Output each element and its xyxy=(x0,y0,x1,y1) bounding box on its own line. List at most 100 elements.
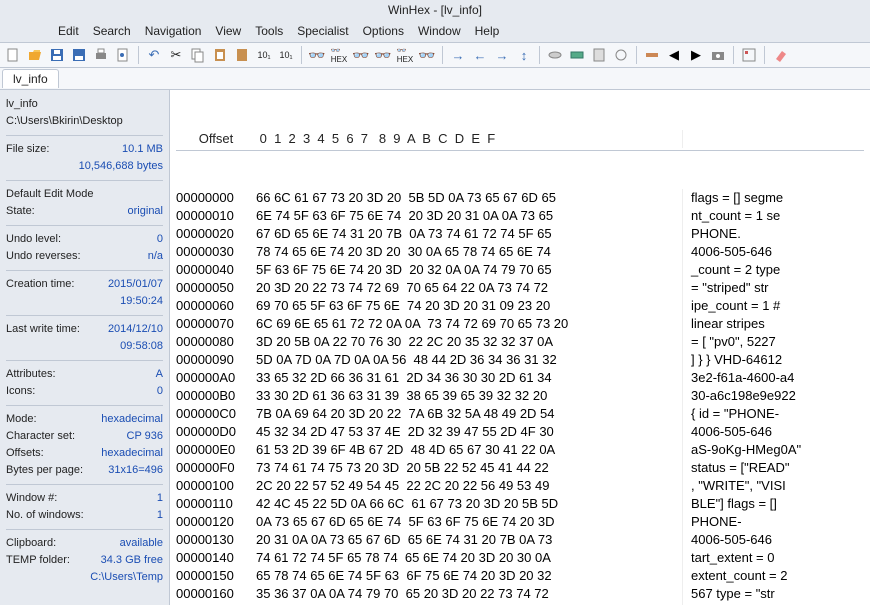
ascii-cell[interactable]: BLE"] flags = [] xyxy=(682,495,864,513)
menu-options[interactable]: Options xyxy=(363,24,404,38)
hex-row[interactable]: 000000405F 63 6F 75 6E 74 20 3D 20 32 0A… xyxy=(176,261,864,279)
ascii-cell[interactable]: nt_count = 1 se xyxy=(682,207,864,225)
ascii-cell[interactable]: 3e2-f61a-4600-a4 xyxy=(682,369,864,387)
hex-row[interactable]: 0000000066 6C 61 67 73 20 3D 20 5B 5D 0A… xyxy=(176,189,864,207)
calculator-icon[interactable] xyxy=(590,46,608,64)
hex-cell[interactable]: 74 61 72 74 5F 65 78 74 65 6E 74 20 3D 2… xyxy=(256,549,682,567)
hex-cell[interactable]: 69 70 65 5F 63 6F 75 6E 74 20 3D 20 31 0… xyxy=(256,297,682,315)
hex-row[interactable]: 000000F073 74 61 74 75 73 20 3D 20 5B 22… xyxy=(176,459,864,477)
hex-row[interactable]: 000000D045 32 34 2D 47 53 37 4E 2D 32 39… xyxy=(176,423,864,441)
hex-row[interactable]: 0000016035 36 37 0A 0A 74 79 70 65 20 3D… xyxy=(176,585,864,603)
save-icon[interactable] xyxy=(48,46,66,64)
analyze-icon[interactable] xyxy=(612,46,630,64)
new-icon[interactable] xyxy=(4,46,22,64)
disk-icon[interactable] xyxy=(546,46,564,64)
hex-cell[interactable]: 33 65 32 2D 66 36 31 61 2D 34 36 30 30 2… xyxy=(256,369,682,387)
hex-row[interactable]: 0000014074 61 72 74 5F 65 78 74 65 6E 74… xyxy=(176,549,864,567)
hex-cell[interactable]: 42 4C 45 22 5D 0A 66 6C 61 67 73 20 3D 2… xyxy=(256,495,682,513)
hex-cell[interactable]: 65 78 74 65 6E 74 5F 63 6F 75 6E 74 20 3… xyxy=(256,567,682,585)
hex-row[interactable]: 0000015065 78 74 65 6E 74 5F 63 6F 75 6E… xyxy=(176,567,864,585)
offset-hex-icon[interactable]: 10₁ xyxy=(277,46,295,64)
ascii-cell[interactable]: PHONE- xyxy=(682,513,864,531)
find-icon[interactable]: 👓 xyxy=(308,46,326,64)
hex-row[interactable]: 000000C07B 0A 69 64 20 3D 20 22 7A 6B 32… xyxy=(176,405,864,423)
ascii-cell[interactable]: 4006-505-646 xyxy=(682,243,864,261)
hex-cell[interactable]: 20 3D 20 22 73 74 72 69 70 65 64 22 0A 7… xyxy=(256,279,682,297)
prev-icon[interactable]: ◀ xyxy=(665,46,683,64)
hex-cell[interactable]: 35 36 37 0A 0A 74 79 70 65 20 3D 20 22 7… xyxy=(256,585,682,603)
ascii-cell[interactable]: 4006-505-646 xyxy=(682,531,864,549)
menu-edit[interactable]: Edit xyxy=(58,24,79,38)
saveas-icon[interactable] xyxy=(70,46,88,64)
hex-cell[interactable]: 20 31 0A 0A 73 65 67 6D 65 6E 74 31 20 7… xyxy=(256,531,682,549)
menu-window[interactable]: Window xyxy=(418,24,461,38)
hex-cell[interactable]: 73 74 61 74 75 73 20 3D 20 5B 22 52 45 4… xyxy=(256,459,682,477)
replace-hex-icon[interactable]: 👓 xyxy=(418,46,436,64)
hex-row[interactable]: 0000002067 6D 65 6E 74 31 20 7B 0A 73 74… xyxy=(176,225,864,243)
hex-cell[interactable]: 5D 0A 7D 0A 7D 0A 0A 56 48 44 2D 36 34 3… xyxy=(256,351,682,369)
erase-icon[interactable] xyxy=(771,46,789,64)
properties-icon[interactable] xyxy=(114,46,132,64)
ascii-cell[interactable]: ipe_count = 1 # xyxy=(682,297,864,315)
menu-specialist[interactable]: Specialist xyxy=(297,24,348,38)
menu-view[interactable]: View xyxy=(215,24,241,38)
ascii-cell[interactable]: { id = "PHONE- xyxy=(682,405,864,423)
hex-cell[interactable]: 66 6C 61 67 73 20 3D 20 5B 5D 0A 73 65 6… xyxy=(256,189,682,207)
hex-row[interactable]: 000000905D 0A 7D 0A 7D 0A 0A 56 48 44 2D… xyxy=(176,351,864,369)
find-text-icon[interactable]: 👓 xyxy=(352,46,370,64)
print-icon[interactable] xyxy=(92,46,110,64)
hex-row[interactable]: 0000011042 4C 45 22 5D 0A 66 6C 61 67 73… xyxy=(176,495,864,513)
paste-icon[interactable] xyxy=(211,46,229,64)
camera-icon[interactable] xyxy=(709,46,727,64)
hex-cell[interactable]: 7B 0A 69 64 20 3D 20 22 7A 6B 32 5A 48 4… xyxy=(256,405,682,423)
ram-icon[interactable] xyxy=(568,46,586,64)
hex-row[interactable]: 000000706C 69 6E 65 61 72 72 0A 0A 73 74… xyxy=(176,315,864,333)
hex-cell[interactable]: 3D 20 5B 0A 22 70 76 30 22 2C 20 35 32 3… xyxy=(256,333,682,351)
menu-tools[interactable]: Tools xyxy=(255,24,283,38)
ascii-cell[interactable]: tart_extent = 0 xyxy=(682,549,864,567)
goto-offset-icon[interactable]: → xyxy=(449,46,467,64)
ascii-cell[interactable]: , "WRITE", "VISI xyxy=(682,477,864,495)
ascii-cell[interactable]: 30-a6c198e9e922 xyxy=(682,387,864,405)
ascii-cell[interactable]: flags = [] segme xyxy=(682,189,864,207)
find-again-icon[interactable]: 👓 xyxy=(374,46,392,64)
hex-cell[interactable]: 0A 73 65 67 6D 65 6E 74 5F 63 6F 75 6E 7… xyxy=(256,513,682,531)
hex-row[interactable]: 000001200A 73 65 67 6D 65 6E 74 5F 63 6F… xyxy=(176,513,864,531)
ascii-cell[interactable]: extent_count = 2 xyxy=(682,567,864,585)
hex-row[interactable]: 000000E061 53 2D 39 6F 4B 67 2D 48 4D 65… xyxy=(176,441,864,459)
find-hex-icon[interactable]: 👓HEX xyxy=(330,46,348,64)
settings-icon[interactable] xyxy=(740,46,758,64)
hex-row[interactable]: 000001002C 20 22 57 52 49 54 45 22 2C 20… xyxy=(176,477,864,495)
tab-file[interactable]: lv_info xyxy=(2,69,59,88)
goto-fwd-icon[interactable]: → xyxy=(493,46,511,64)
hex-editor[interactable]: Offset 0 1 2 3 4 5 6 7 8 9 A B C D E F 0… xyxy=(170,90,870,605)
ascii-cell[interactable]: aS-9oKg-HMeg0A" xyxy=(682,441,864,459)
replace-icon[interactable]: 👓HEX xyxy=(396,46,414,64)
ascii-cell[interactable]: PHONE. xyxy=(682,225,864,243)
hex-cell[interactable]: 78 74 65 6E 74 20 3D 20 30 0A 65 78 74 6… xyxy=(256,243,682,261)
hex-cell[interactable]: 61 53 2D 39 6F 4B 67 2D 48 4D 65 67 30 4… xyxy=(256,441,682,459)
position-icon[interactable] xyxy=(643,46,661,64)
goto-back-icon[interactable]: ← xyxy=(471,46,489,64)
hex-row[interactable]: 0000006069 70 65 5F 63 6F 75 6E 74 20 3D… xyxy=(176,297,864,315)
cut-icon[interactable]: ✂ xyxy=(167,46,185,64)
hex-row[interactable]: 000000106E 74 5F 63 6F 75 6E 74 20 3D 20… xyxy=(176,207,864,225)
hex-row[interactable]: 0000003078 74 65 6E 74 20 3D 20 30 0A 65… xyxy=(176,243,864,261)
open-icon[interactable] xyxy=(26,46,44,64)
hex-cell[interactable]: 67 6D 65 6E 74 31 20 7B 0A 73 74 61 72 7… xyxy=(256,225,682,243)
ascii-cell[interactable]: = [ "pv0", 5227 xyxy=(682,333,864,351)
hex-row[interactable]: 0000013020 31 0A 0A 73 65 67 6D 65 6E 74… xyxy=(176,531,864,549)
ascii-cell[interactable]: = "striped" str xyxy=(682,279,864,297)
hex-row[interactable]: 000000A033 65 32 2D 66 36 31 61 2D 34 36… xyxy=(176,369,864,387)
hex-row[interactable]: 000000803D 20 5B 0A 22 70 76 30 22 2C 20… xyxy=(176,333,864,351)
ascii-cell[interactable]: 567 type = "str xyxy=(682,585,864,603)
hex-cell[interactable]: 45 32 34 2D 47 53 37 4E 2D 32 39 47 55 2… xyxy=(256,423,682,441)
hex-cell[interactable]: 33 30 2D 61 36 63 31 39 38 65 39 65 39 3… xyxy=(256,387,682,405)
ascii-cell[interactable]: 4006-505-646 xyxy=(682,423,864,441)
menu-help[interactable]: Help xyxy=(475,24,500,38)
hex-cell[interactable]: 2C 20 22 57 52 49 54 45 22 2C 20 22 56 4… xyxy=(256,477,682,495)
copy-icon[interactable] xyxy=(189,46,207,64)
hex-cell[interactable]: 6E 74 5F 63 6F 75 6E 74 20 3D 20 31 0A 0… xyxy=(256,207,682,225)
ascii-cell[interactable]: status = ["READ" xyxy=(682,459,864,477)
next-icon[interactable]: ▶ xyxy=(687,46,705,64)
